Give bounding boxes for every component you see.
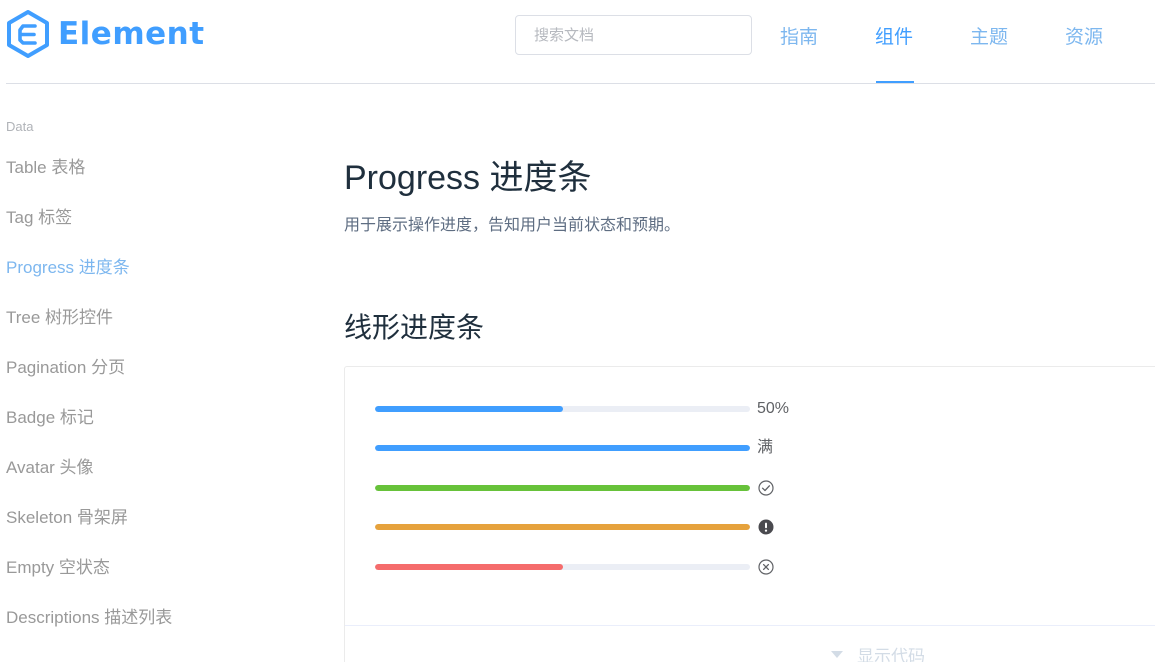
header-divider [6,83,1155,84]
sidebar-item-table[interactable]: Table 表格 [6,143,306,193]
show-code-label: 显示代码 [857,647,925,662]
progress-bar-success [375,478,774,498]
sidebar-item-skeleton[interactable]: Skeleton 骨架屏 [6,493,306,543]
progress-fill [375,564,563,570]
progress-track [375,485,750,491]
page-description: 用于展示操作进度，告知用户当前状态和预期。 [344,217,681,234]
sidebar: Data Table 表格 Tag 标签 Progress 进度条 Tree 树… [6,112,306,643]
nav-theme[interactable]: 主题 [970,22,1008,49]
progress-track [375,406,750,412]
warning-filled-icon [758,519,774,535]
progress-fill [375,445,750,451]
progress-track [375,564,750,570]
logo[interactable]: Element [6,10,205,58]
brand-name: Element [58,15,205,52]
sidebar-item-progress[interactable]: Progress 进度条 [6,243,306,293]
demo-footer: 显示代码 [345,625,1155,662]
element-logo-icon [7,10,49,58]
sidebar-item-badge[interactable]: Badge 标记 [6,393,306,443]
nav-guide[interactable]: 指南 [780,22,818,49]
nav-component[interactable]: 组件 [875,22,913,49]
nav-resource[interactable]: 资源 [1065,22,1103,49]
progress-text: 满 [757,439,774,456]
search-input[interactable] [515,15,752,55]
progress-fill [375,406,563,412]
top-header: Element 指南 组件 主题 资源 [0,0,1155,84]
progress-track [375,445,750,451]
progress-track [375,524,750,530]
progress-bar-warning [375,517,774,537]
progress-bar-exception [375,557,774,577]
sidebar-item-descriptions[interactable]: Descriptions 描述列表 [6,593,306,643]
progress-fill [375,485,750,491]
progress-bar-format: 满 [375,438,773,458]
progress-bar-default: 50% [375,399,789,419]
sidebar-item-pagination[interactable]: Pagination 分页 [6,343,306,393]
show-code-button[interactable]: 显示代码 [831,642,925,662]
caret-down-icon [831,651,843,658]
circle-check-icon [758,480,774,496]
sidebar-item-empty[interactable]: Empty 空状态 [6,543,306,593]
page-title: Progress 进度条 [344,159,592,197]
demo-block: 50% 满 显示代码 [344,366,1155,662]
progress-text: 50% [757,400,790,417]
circle-close-icon [758,559,774,575]
progress-fill [375,524,750,530]
sidebar-group-title: Data [6,119,34,134]
section-title: 线形进度条 [344,312,485,343]
sidebar-item-tree[interactable]: Tree 树形控件 [6,293,306,343]
sidebar-item-avatar[interactable]: Avatar 头像 [6,443,306,493]
sidebar-item-tag[interactable]: Tag 标签 [6,193,306,243]
